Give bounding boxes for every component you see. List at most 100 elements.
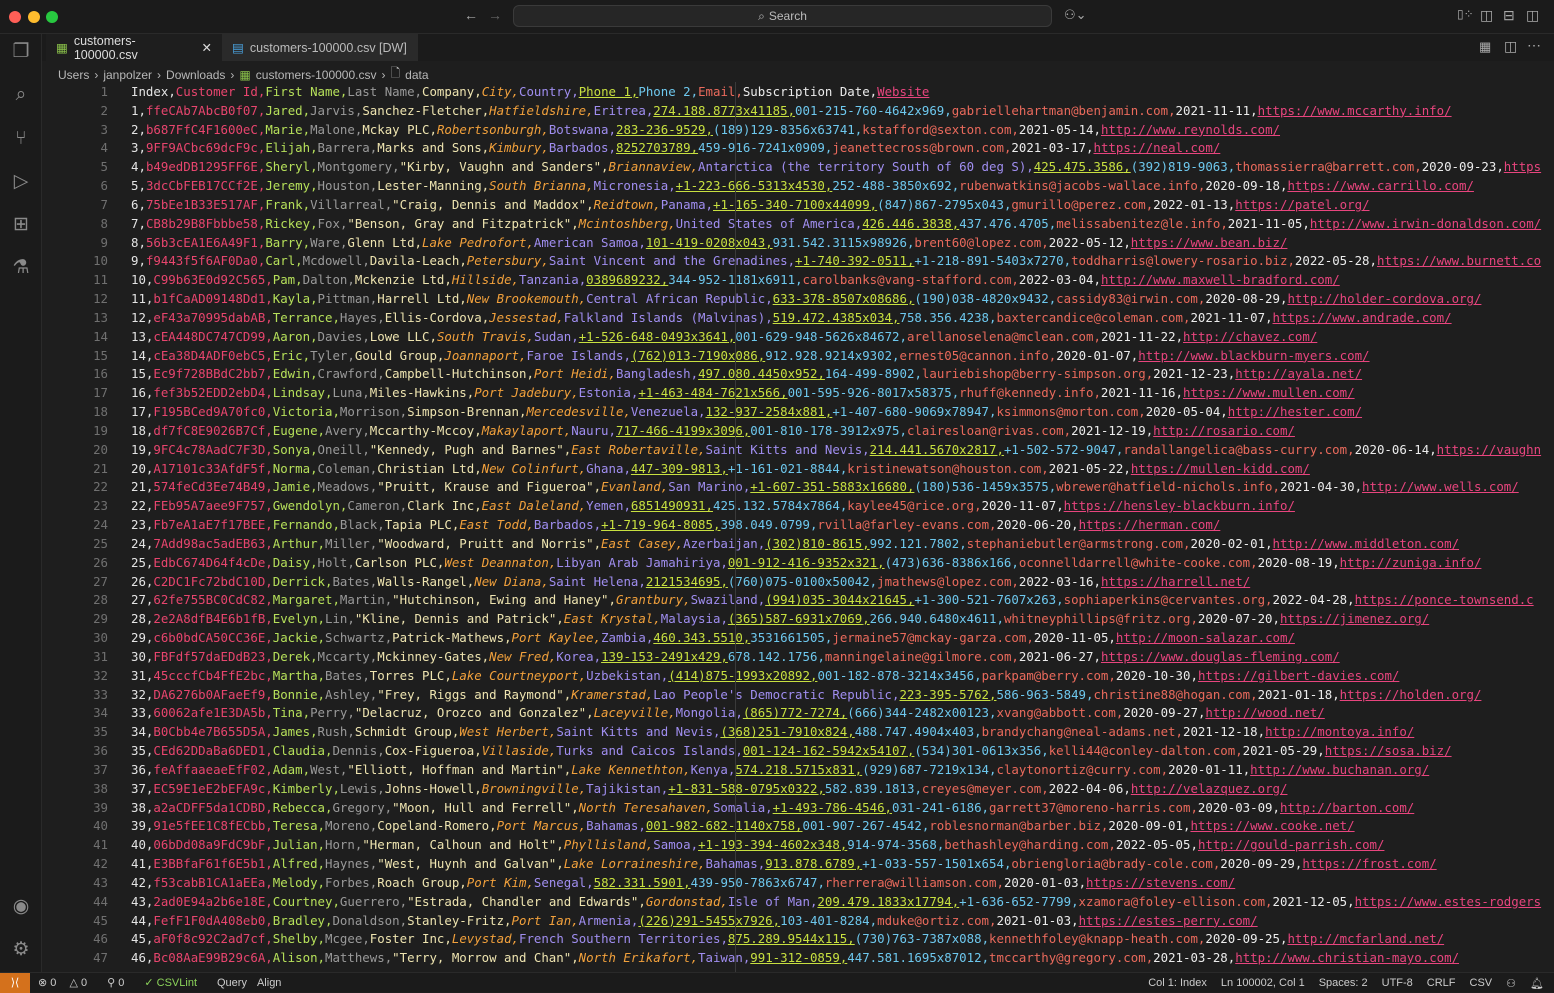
editor-line[interactable]: 10 9,f9443f5f6AF0Da0,Carl,Mcdowell,Davila… xyxy=(42,251,1554,270)
editor-line[interactable]: 14 13,cEA448DC747CD99,Aaron,Davies,Lowe L… xyxy=(42,327,1554,346)
editor-line[interactable]: 46 45,aF0f8c92C2ad7cf,Shelby,Mcgee,Foster… xyxy=(42,929,1554,948)
editor-line[interactable]: 43 42,f53cabB1CA1aEEa,Melody,Forbes,Roach… xyxy=(42,873,1554,892)
source-control-icon[interactable]: ⑂ xyxy=(9,127,33,151)
close-icon[interactable]: ✕ xyxy=(202,40,212,55)
csv-delimiter: , xyxy=(914,780,922,796)
editor-line[interactable]: 42 41,E3BBfaF61f6E5b1,Alfred,Haynes,"West… xyxy=(42,854,1554,873)
toggle-sidebar-icon[interactable]: ◫ xyxy=(1480,7,1493,24)
editor-line[interactable]: 33 32,DA6276b0AFaeEf9,Bonnie,Ashley,"Frey… xyxy=(42,685,1554,704)
csv-delimiter: , xyxy=(705,121,713,137)
open-in-data-wrangler-icon[interactable]: ▦ xyxy=(1479,39,1491,55)
code-editor[interactable]: 1 Index,Customer Id,First Name,Last Name,… xyxy=(42,82,1554,972)
close-window-button[interactable] xyxy=(9,11,21,23)
editor-line[interactable]: 47 46,Bc08AaE99B29c6A,Alison,Matthews,"Te… xyxy=(42,948,1554,967)
language-mode[interactable]: CSV xyxy=(1470,977,1493,989)
editor-line[interactable]: 7 6,75bEe1B33E517AF,Frank,Villarreal,"Cra… xyxy=(42,195,1554,214)
editor-line[interactable]: 34 33,60062afe1E3DA5b,Tina,Perry,"Delacru… xyxy=(42,703,1554,722)
testing-icon[interactable]: ⚗ xyxy=(9,256,33,280)
maximize-window-button[interactable] xyxy=(46,11,58,23)
minimize-window-button[interactable] xyxy=(28,11,40,23)
editor-line[interactable]: 24 23,Fb7eA1aE7f17BEE,Fernando,Black,Tapi… xyxy=(42,515,1554,534)
editor-line[interactable]: 4 3,9FF9ACbc69dcF9c,Elijah,Barrera,Marks … xyxy=(42,138,1554,157)
breadcrumb-item[interactable]: janpolzer xyxy=(103,68,152,82)
column-indicator[interactable]: Col 1: Index xyxy=(1148,977,1207,989)
editor-line[interactable]: 5 4,b49edDB1295FF6E,Sheryl,Montgomery,"Ki… xyxy=(42,157,1554,176)
end-of-line[interactable]: CRLF xyxy=(1427,977,1456,989)
extensions-icon[interactable]: ⊞ xyxy=(9,213,33,237)
query-button[interactable]: Query xyxy=(217,977,247,989)
toggle-panel-icon[interactable]: ⊟ xyxy=(1503,7,1515,24)
csv-field: 35 xyxy=(131,743,146,759)
editor-line[interactable]: 32 31,45cccfCb4FfE2bc,Martha,Bates,Torres… xyxy=(42,666,1554,685)
editor-line[interactable]: 22 21,574feCd3Ee74B49,Jamie,Meadows,"Prui… xyxy=(42,477,1554,496)
editor-line[interactable]: 2 1,ffeCAb7AbcB0f07,Jared,Jarvis,Sanchez-… xyxy=(42,101,1554,120)
editor-line[interactable]: 37 36,feAffaaeaeEfF02,Adam,West,"Elliott,… xyxy=(42,760,1554,779)
command-center-search[interactable]: ⌕ Search xyxy=(513,5,1052,27)
breadcrumb-item[interactable]: data xyxy=(405,68,428,82)
editor-line[interactable]: 39 38,a2aCDFF5da1CDBD,Rebecca,Gregory,"Mo… xyxy=(42,798,1554,817)
csv-field: thomassierra@barrett.com xyxy=(1235,159,1415,175)
csv-field: 2021-05-22 xyxy=(1048,460,1124,476)
encoding[interactable]: UTF-8 xyxy=(1382,977,1413,989)
editor-line[interactable]: 40 39,91e5fEE1C8fECbb,Teresa,Moreno,Copel… xyxy=(42,816,1554,835)
back-arrow-icon[interactable]: ← xyxy=(464,7,478,23)
forward-arrow-icon[interactable]: → xyxy=(488,7,502,23)
editor-line[interactable]: 26 25,EdbC674D64f4cDe,Daisy,Holt,Carlson … xyxy=(42,553,1554,572)
editor-line[interactable]: 9 8,56b3cEA1E6A49F1,Barry,Ware,Glenn Ltd,… xyxy=(42,233,1554,252)
editor-line[interactable]: 36 35,CEd62DDaBa6DED1,Claudia,Dennis,Cox-… xyxy=(42,741,1554,760)
editor-line[interactable]: 35 34,B0Cbb4e7B655D5A,James,Rush,Schmidt … xyxy=(42,722,1554,741)
editor-line[interactable]: 11 10,C99b63E0d92C565,Pam,Dalton,Mckenzie… xyxy=(42,270,1554,289)
tab-csv[interactable]: ▦ customers-100000.csv ✕ xyxy=(46,34,222,62)
editor-line[interactable]: 25 24,7Add98ac5adEB63,Arthur,Miller,"Wood… xyxy=(42,534,1554,553)
editor-line[interactable]: 21 20,A17101c33AfdF5f,Norma,Coleman,Chris… xyxy=(42,459,1554,478)
editor-line[interactable]: 18 17,F195BCed9A70fc0,Victoria,Morrison,S… xyxy=(42,402,1554,421)
editor-line[interactable]: 20 19,9FC4c78AadC7F3D,Sonya,Oneill,"Kenne… xyxy=(42,440,1554,459)
align-button[interactable]: Align xyxy=(257,977,281,989)
editor-line[interactable]: 8 7,CB8b29B8Fbbbe58,Rickey,Fox,"Benson, G… xyxy=(42,214,1554,233)
breadcrumb-item[interactable]: Downloads xyxy=(166,68,225,82)
csv-field: https://neal.com/ xyxy=(1093,140,1221,156)
editor-line[interactable]: 30 29,c6b0bdCA50CC36E,Jackie,Schwartz,Pat… xyxy=(42,628,1554,647)
editor-line[interactable]: 15 14,cEa38D4ADF0ebC5,Eric,Tyler,Gould Gr… xyxy=(42,346,1554,365)
ports-indicator[interactable]: ⚲ 0 xyxy=(107,976,134,989)
tab-data-wrangler[interactable]: ▤ customers-100000.csv [DW] xyxy=(222,34,418,61)
editor-line[interactable]: 31 30,FBFdf57daEDdB23,Derek,Mccarty,Mckin… xyxy=(42,647,1554,666)
explorer-icon[interactable]: ❐ xyxy=(9,40,33,64)
editor-line[interactable]: 19 18,df7fC8E9026B7Cf,Eugene,Avery,Mccart… xyxy=(42,421,1554,440)
editor-line[interactable]: 23 22,FEb95A7aee9F757,Gwendolyn,Cameron,C… xyxy=(42,496,1554,515)
search-icon[interactable]: ⌕ xyxy=(9,83,33,107)
split-editor-icon[interactable]: ◫ xyxy=(1504,38,1517,55)
cursor-position[interactable]: Ln 100002, Col 1 xyxy=(1221,977,1305,989)
editor-line[interactable]: 41 40,06bDd08a9FdC9bF,Julian,Horn,"Herman… xyxy=(42,835,1554,854)
settings-gear-icon[interactable]: ⚙ xyxy=(9,938,33,962)
editor-line[interactable]: 28 27,62fe755BC0CdC82,Margaret,Martin,"Hu… xyxy=(42,590,1554,609)
editor-line[interactable]: 29 28,2e2A8dfB4E6b1fB,Evelyn,Lin,"Kline, … xyxy=(42,609,1554,628)
copilot-icon[interactable]: ⚇ xyxy=(1506,977,1516,990)
editor-line[interactable]: 6 5,3dcCbFEB17CCf2E,Jeremy,Houston,Lester… xyxy=(42,176,1554,195)
toggle-secondary-sidebar-icon[interactable]: ◫ xyxy=(1526,7,1539,24)
copilot-icon[interactable]: ⚇⌄ xyxy=(1064,7,1087,23)
remote-indicator-icon[interactable]: ⟩⟨ xyxy=(0,972,30,993)
editor-line[interactable]: 38 37,EC59E1eE2bEFA9c,Kimberly,Lewis,John… xyxy=(42,779,1554,798)
csv-delimiter: , xyxy=(705,196,713,212)
more-actions-icon[interactable]: ⋯ xyxy=(1527,37,1541,54)
editor-line[interactable]: 44 43,2ad0E94a2b6e18E,Courtney,Guerrero,"… xyxy=(42,892,1554,911)
editor-line[interactable]: 17 16,fef3b52EDD2ebD4,Lindsay,Luna,Miles-… xyxy=(42,383,1554,402)
csvlint-status[interactable]: ✓ CSVLint xyxy=(144,976,207,989)
breadcrumb-item[interactable]: Users xyxy=(58,68,89,82)
breadcrumb-item[interactable]: customers-100000.csv xyxy=(256,68,377,82)
editor-line[interactable]: 1 Index,Customer Id,First Name,Last Name,… xyxy=(42,82,1554,101)
editor-line[interactable]: 12 11,b1fCaAD09148Dd1,Kayla,Pittman,Harre… xyxy=(42,289,1554,308)
editor-line[interactable]: 13 12,eF43a70995dabAB,Terrance,Hayes,Elli… xyxy=(42,308,1554,327)
indentation[interactable]: Spaces: 2 xyxy=(1319,977,1368,989)
accounts-icon[interactable]: ◉ xyxy=(9,895,33,919)
customize-layout-icon[interactable]: ▯⁘ xyxy=(1457,7,1474,21)
csv-field: Adam xyxy=(272,761,303,777)
editor-line[interactable]: 16 15,Ec9f728BBdC2bb7,Edwin,Crawford,Camp… xyxy=(42,364,1554,383)
notifications-bell-icon[interactable]: 🔔︎ xyxy=(1530,977,1544,990)
run-debug-icon[interactable]: ▷ xyxy=(9,170,33,194)
editor-line[interactable]: 27 26,C2DC1Fc72bdC10D,Derrick,Bates,Walls… xyxy=(42,572,1554,591)
editor-line[interactable]: 3 2,b687FfC4F1600eC,Marie,Malone,Mckay PL… xyxy=(42,120,1554,139)
problems-indicator[interactable]: ⊗ 0 △ 0 xyxy=(38,976,97,989)
editor-line[interactable]: 45 44,FefF1F0dA408eb0,Bradley,Donaldson,S… xyxy=(42,911,1554,930)
